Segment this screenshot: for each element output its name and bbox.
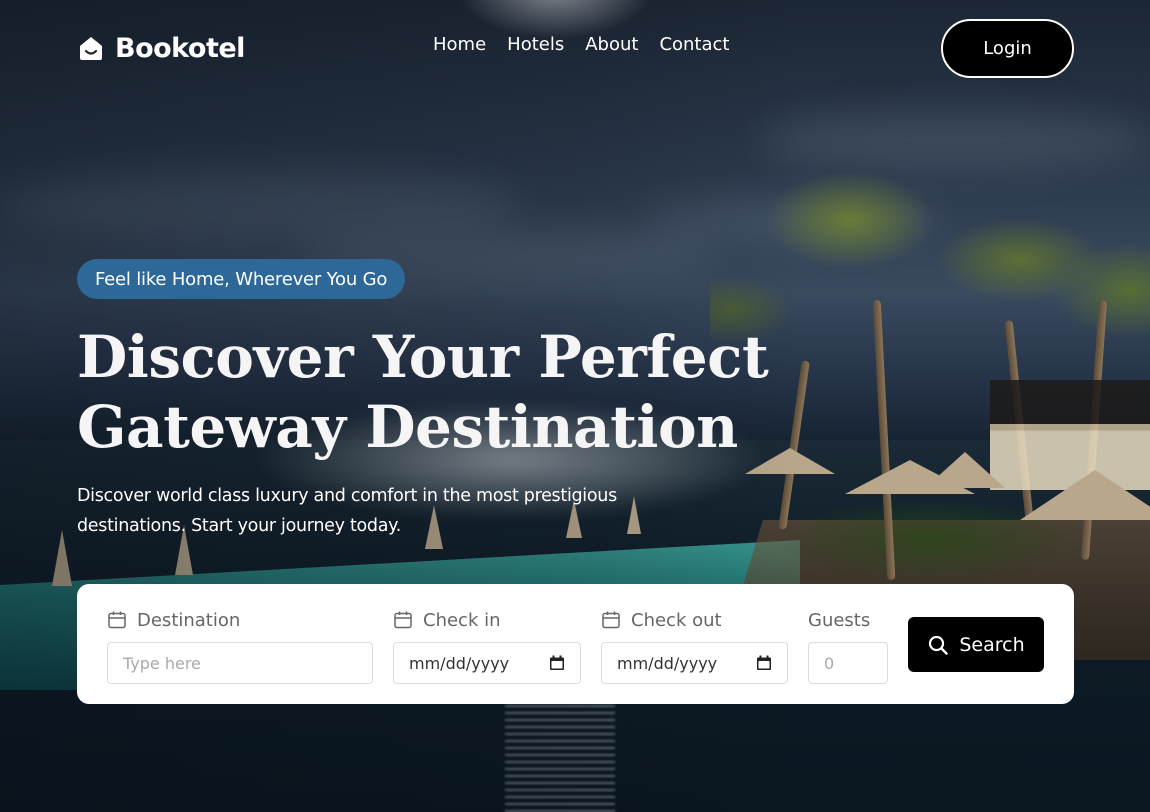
destination-field-group: Destination Type here	[107, 606, 373, 684]
checkout-date-input[interactable]: mm/dd/yyyy	[601, 642, 788, 684]
tagline-badge: Feel like Home, Wherever You Go	[77, 259, 406, 299]
destination-label-row: Destination	[107, 606, 373, 634]
destination-placeholder: Type here	[123, 653, 201, 673]
guests-placeholder: 0	[824, 653, 835, 673]
nav-links: Home Hotels About Contact	[433, 34, 729, 55]
search-icon	[929, 635, 949, 655]
checkout-label-row: Check out	[601, 606, 788, 634]
nav-link-hotels[interactable]: Hotels	[507, 34, 564, 55]
nav-link-home[interactable]: Home	[433, 34, 486, 55]
checkin-label: Check in	[423, 609, 501, 631]
guests-label: Guests	[808, 609, 871, 631]
guests-label-row: Guests	[808, 606, 888, 634]
guests-input[interactable]: 0	[808, 642, 888, 684]
nav-link-about[interactable]: About	[585, 34, 638, 55]
search-button[interactable]: Search	[908, 617, 1044, 672]
checkin-date-value: mm/dd/yyyy	[409, 653, 510, 673]
search-form: Destination Type here Check in mm/dd/yyy…	[77, 584, 1074, 704]
calendar-icon	[394, 611, 412, 629]
brand[interactable]: Bookotel	[77, 33, 245, 64]
hero-description-line-1: Discover world class luxury and comfort …	[77, 486, 617, 506]
destination-label: Destination	[137, 609, 241, 631]
checkout-label: Check out	[631, 609, 722, 631]
nav-link-contact[interactable]: Contact	[659, 34, 729, 55]
headline-line-1: Discover Your Perfect	[77, 323, 769, 391]
login-button[interactable]: Login	[941, 18, 1074, 78]
brand-name: Bookotel	[115, 32, 245, 64]
checkout-field-group: Check out mm/dd/yyyy	[601, 606, 788, 684]
hero-description: Discover world class luxury and comfort …	[77, 481, 657, 541]
top-navigation: Bookotel Home Hotels About Contact Login	[77, 18, 1074, 78]
checkin-date-input[interactable]: mm/dd/yyyy	[393, 642, 581, 684]
calendar-icon	[602, 611, 620, 629]
page-title: Discover Your Perfect Gateway Destinatio…	[77, 322, 777, 462]
guests-field-group: Guests 0	[808, 606, 888, 684]
search-button-label: Search	[959, 633, 1025, 656]
calendar-picker-icon[interactable]	[756, 655, 772, 671]
checkin-field-group: Check in mm/dd/yyyy	[393, 606, 581, 684]
headline-line-2: Gateway Destination	[77, 393, 738, 461]
calendar-icon	[108, 611, 126, 629]
checkout-date-value: mm/dd/yyyy	[617, 653, 718, 673]
checkin-label-row: Check in	[393, 606, 581, 634]
house-icon	[80, 37, 102, 60]
calendar-picker-icon[interactable]	[549, 655, 565, 671]
destination-input[interactable]: Type here	[107, 642, 373, 684]
hero-description-line-2: destinations. Start your journey today.	[77, 516, 401, 536]
